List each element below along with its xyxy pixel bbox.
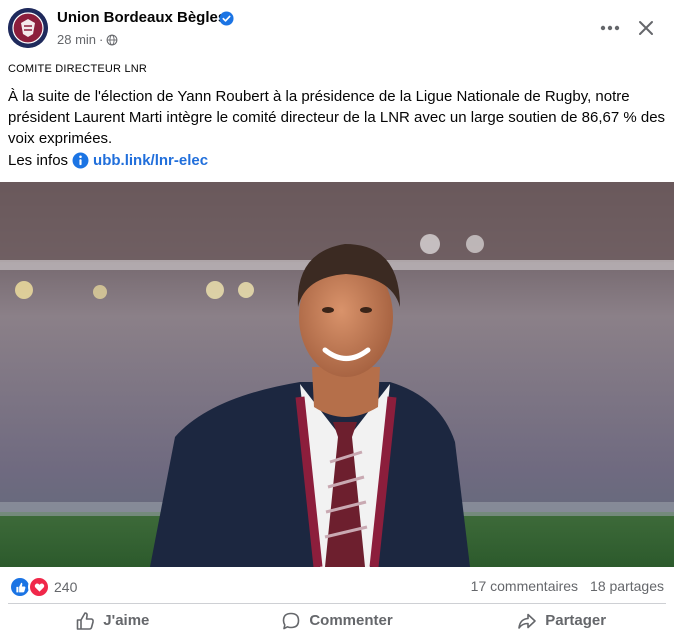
verified-badge-icon — [219, 11, 234, 26]
post-photo[interactable] — [0, 182, 674, 567]
post-link[interactable]: ubb.link/lnr-elec — [93, 152, 208, 169]
more-options-icon — [600, 25, 620, 31]
page-avatar[interactable] — [8, 8, 48, 48]
post-time[interactable]: 28 min — [57, 32, 96, 47]
close-icon — [639, 21, 653, 35]
meta-separator: · — [99, 32, 104, 47]
post-header: Union Bordeaux Bègles 28 min · — [0, 0, 674, 60]
post-actions: J'aime Commenter Partager — [0, 606, 674, 635]
comments-count[interactable]: 17 commentaires — [471, 578, 578, 594]
club-logo — [8, 8, 48, 48]
share-label: Partager — [545, 612, 607, 629]
photo-illustration — [0, 182, 674, 567]
links-label: Les infos — [8, 152, 69, 169]
share-button[interactable]: Partager — [449, 606, 674, 635]
comment-label: Commenter — [309, 612, 393, 629]
like-label: J'aime — [103, 612, 150, 629]
comment-bubble-icon — [283, 612, 300, 629]
post-text: À la suite de l'élection de Yann Roubert… — [8, 88, 666, 147]
engagement-counts: 17 commentaires 18 partages — [471, 578, 664, 594]
info-icon — [72, 152, 89, 169]
post-meta: 28 min · — [57, 32, 118, 47]
close-button[interactable] — [632, 14, 660, 42]
post-stats: 240 17 commentaires 18 partages — [0, 572, 674, 600]
comment-button[interactable]: Commenter — [225, 606, 450, 635]
shares-count[interactable]: 18 partages — [590, 578, 664, 594]
reactions-count: 240 — [54, 579, 78, 595]
more-options-button[interactable] — [596, 14, 624, 42]
page-name[interactable]: Union Bordeaux Bègles — [57, 9, 226, 26]
reactions-summary[interactable]: 240 — [9, 576, 77, 598]
post-link-line: Les infos ubb.link/lnr-elec — [8, 152, 208, 169]
post-kicker: COMITE DIRECTEUR LNR — [8, 63, 148, 75]
globe-icon — [106, 34, 118, 45]
heart-icon — [28, 576, 50, 598]
like-button[interactable]: J'aime — [0, 606, 225, 635]
share-arrow-icon — [518, 613, 537, 629]
actions-divider — [8, 603, 666, 604]
thumbs-up-icon — [76, 611, 95, 630]
